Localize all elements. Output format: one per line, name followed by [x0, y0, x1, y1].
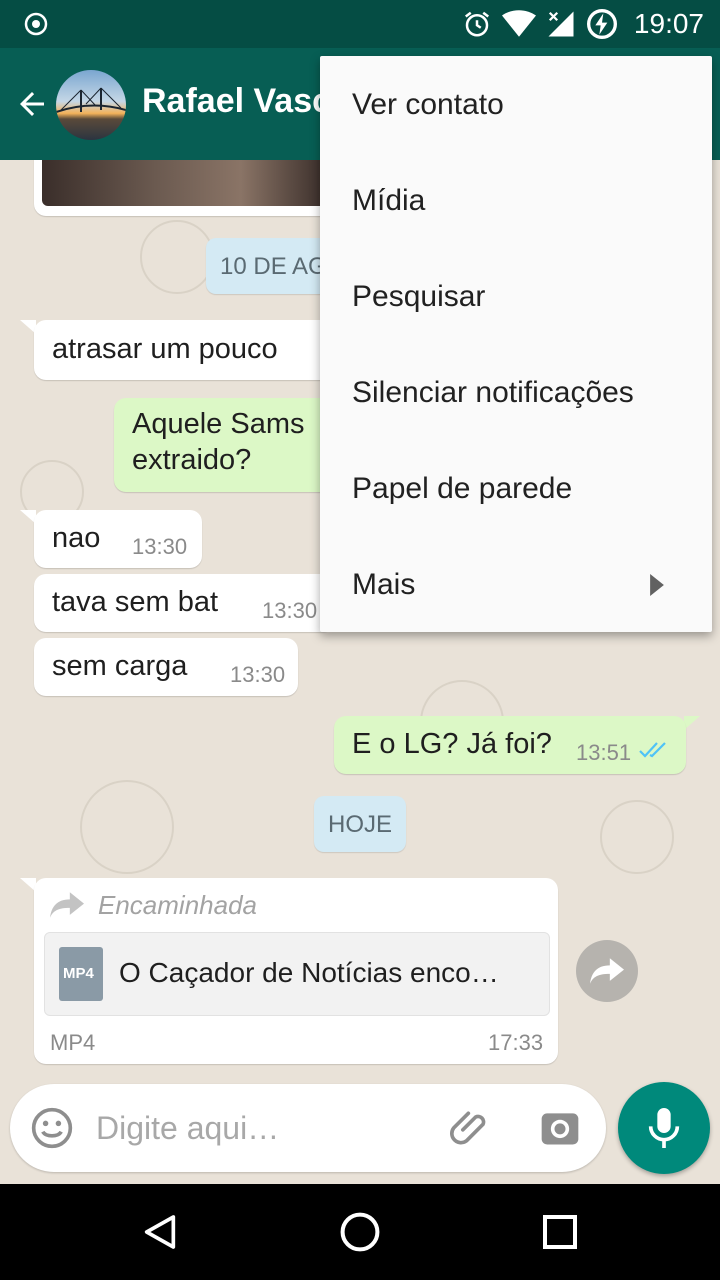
- mp4-file-icon: MP4: [59, 947, 103, 1001]
- image-message[interactable]: [34, 160, 334, 216]
- message-text: E o LG? Já foi?: [352, 728, 552, 760]
- message-time: 13:51: [576, 740, 632, 765]
- message-time: 13:30: [262, 598, 318, 623]
- message-text: Aquele Sams: [132, 408, 305, 440]
- file-name: O Caçador de Notícias enco…: [119, 957, 499, 988]
- message-incoming[interactable]: sem carga 13:30: [34, 638, 298, 696]
- forward-icon: [50, 892, 84, 918]
- read-ticks-icon: [639, 742, 666, 758]
- message-time: 13:30: [132, 534, 188, 559]
- wallpaper-doodle: [140, 220, 214, 294]
- image-thumbnail[interactable]: [42, 160, 326, 206]
- system-nav-bar: [0, 1184, 720, 1280]
- signal-icon: [548, 11, 574, 37]
- bubble-tail: [684, 716, 700, 730]
- menu-item-label: Ver contato: [352, 88, 504, 121]
- message-text: extraido?: [132, 444, 252, 476]
- menu-item-label: Silenciar notificações: [352, 376, 634, 409]
- message-time: 13:30: [230, 662, 286, 687]
- menu-item-label: Mais: [352, 568, 416, 601]
- file-type: MP4: [50, 1030, 96, 1055]
- message-text: tava sem bat: [52, 586, 219, 618]
- wallpaper-doodle: [80, 780, 174, 874]
- wifi-icon: [501, 10, 536, 37]
- date-label: HOJE: [328, 811, 393, 838]
- message-outgoing[interactable]: Aquele Sams extraido?: [114, 398, 334, 492]
- menu-item-silenciar-notificacoes[interactable]: Silenciar notificações: [320, 344, 712, 440]
- message-time: 17:33: [488, 1030, 544, 1055]
- message-composer: Digite aqui…: [10, 1084, 606, 1172]
- message-outgoing[interactable]: E o LG? Já foi? 13:51: [334, 716, 686, 774]
- battery-charging-icon: [586, 9, 617, 39]
- overflow-menu: Ver contato Mídia Pesquisar Silenciar no…: [320, 56, 712, 632]
- nav-recents-icon[interactable]: [540, 1212, 580, 1252]
- menu-item-pesquisar[interactable]: Pesquisar: [320, 248, 712, 344]
- mic-button[interactable]: [618, 1082, 710, 1174]
- wallpaper-doodle: [600, 800, 674, 874]
- menu-item-papel-de-parede[interactable]: Papel de parede: [320, 440, 712, 536]
- avatar[interactable]: [56, 70, 126, 140]
- submenu-arrow-icon: [650, 574, 664, 596]
- message-incoming[interactable]: atrasar um pouco: [34, 320, 334, 380]
- message-text: nao: [52, 522, 101, 554]
- date-chip: HOJE: [314, 796, 406, 852]
- message-text: atrasar um pouco: [52, 333, 278, 365]
- date-label: 10 DE AG: [220, 253, 327, 280]
- forwarded-file-message[interactable]: Encaminhada MP4 O Caçador de Notícias en…: [34, 878, 558, 1064]
- menu-item-label: Mídia: [352, 184, 426, 217]
- message-incoming[interactable]: nao 13:30: [34, 510, 202, 568]
- contact-name[interactable]: Rafael Vasc: [142, 82, 331, 121]
- share-button[interactable]: [576, 940, 638, 1002]
- status-bar: 19:07: [0, 0, 720, 48]
- nav-home-icon[interactable]: [338, 1210, 382, 1254]
- nav-back-icon[interactable]: [140, 1212, 180, 1252]
- message-text: sem carga: [52, 650, 188, 682]
- alarm-icon: [464, 11, 489, 37]
- menu-item-ver-contato[interactable]: Ver contato: [320, 56, 712, 152]
- back-arrow-icon[interactable]: [14, 86, 50, 122]
- menu-item-label: Papel de parede: [352, 472, 573, 505]
- message-input[interactable]: Digite aqui…: [96, 1110, 279, 1147]
- emoji-icon[interactable]: [30, 1106, 74, 1150]
- share-icon: [590, 958, 624, 984]
- file-icon-label: MP4: [63, 965, 94, 982]
- menu-item-label: Pesquisar: [352, 280, 486, 313]
- menu-item-midia[interactable]: Mídia: [320, 152, 712, 248]
- mic-icon: [648, 1108, 680, 1148]
- record-icon: [24, 12, 48, 36]
- camera-icon[interactable]: [538, 1106, 582, 1150]
- message-incoming[interactable]: tava sem bat 13:30: [34, 574, 334, 632]
- menu-item-mais[interactable]: Mais: [320, 536, 712, 632]
- forwarded-label: Encaminhada: [98, 890, 257, 920]
- file-attachment[interactable]: MP4 O Caçador de Notícias enco…: [44, 932, 550, 1016]
- attach-icon[interactable]: [450, 1106, 494, 1150]
- status-time: 19:07: [633, 8, 704, 39]
